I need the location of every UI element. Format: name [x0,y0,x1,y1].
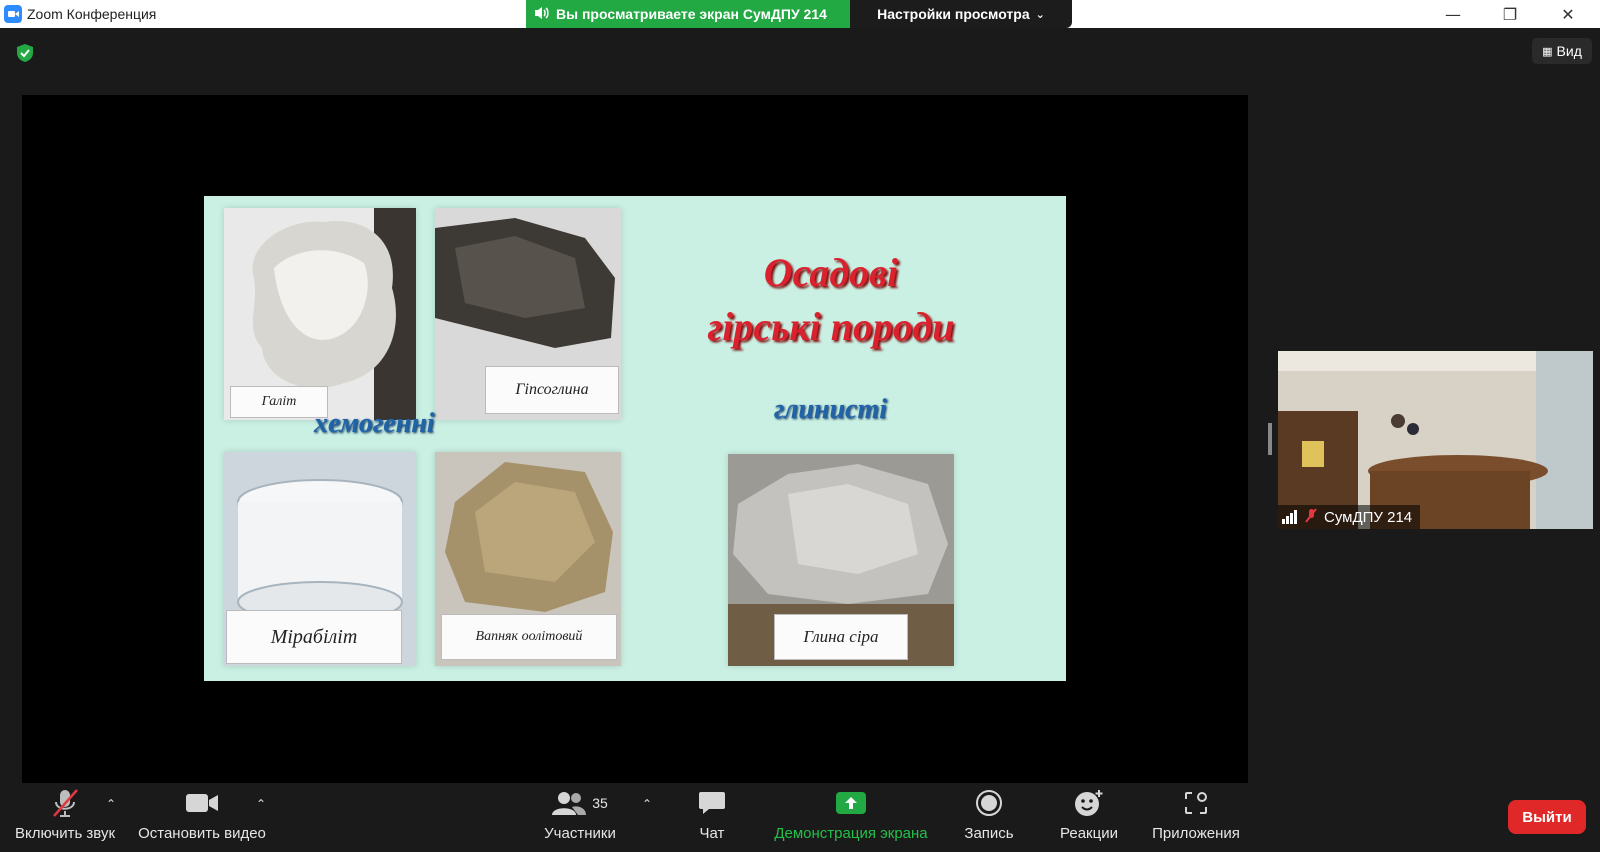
sample-label: Мірабіліт [226,610,402,664]
share-banner-text: Вы просматриваете экран СумДПУ 214 [556,6,827,22]
participants-icon: 35 [552,783,608,823]
apps-icon [1183,783,1209,823]
unmute-label: Включить звук [14,825,116,842]
leave-meeting-button[interactable]: Выйти [1508,800,1586,834]
share-screen-icon [835,783,867,823]
share-screen-label: Демонстрация экрана [774,825,928,842]
security-shield-icon[interactable] [15,43,35,63]
screen-share-banner: Вы просматриваете экран СумДПУ 214 [526,0,850,28]
view-options-menu[interactable]: Настройки просмотра ⌄ [850,0,1072,28]
signal-strength-icon [1282,510,1298,524]
mic-muted-icon [50,783,80,823]
slide-title: Осадові гірські породи [654,246,1008,354]
participant-video-tile[interactable]: СумДПУ 214 [1278,351,1593,529]
stop-video-button[interactable]: Остановить видео [136,783,268,852]
reactions-button[interactable]: Реакции [1052,783,1126,852]
close-button[interactable]: ✕ [1545,0,1591,28]
video-camera-icon [185,783,219,823]
meeting-toolbar: Включить звук ⌃ Остановить видео ⌃ 35 Уч… [0,783,1600,852]
zoom-app-icon [4,5,22,23]
record-icon [975,783,1003,823]
grid-icon: ▦ [1542,45,1552,58]
sample-label: Глина сіра [774,614,908,660]
category-label-clay: глинисті [774,394,888,425]
slide-title-line1: Осадові [763,250,899,295]
video-options-caret-icon[interactable]: ⌃ [256,797,266,811]
sample-label: Вапняк оолітовий [441,614,617,660]
sample-photo-gypsum-clay: Гіпсоглина [435,208,621,420]
view-layout-label: Вид [1556,43,1582,59]
category-label-chemogenic: хемогенні [314,408,435,439]
share-screen-button[interactable]: Демонстрация экрана [766,783,936,852]
unmute-button[interactable]: Включить звук [10,783,120,852]
speaker-icon [534,6,550,23]
sample-label: Гіпсоглина [485,366,619,414]
chevron-down-icon: ⌄ [1035,8,1045,21]
panel-resize-handle[interactable] [1268,423,1272,455]
sample-photo-halite: Галіт [224,208,416,420]
record-button[interactable]: Запись [954,783,1024,852]
chat-button[interactable]: Чат [682,783,742,852]
view-layout-button[interactable]: ▦ Вид [1532,38,1592,64]
reactions-label: Реакции [1060,825,1118,842]
chat-label: Чат [699,825,725,842]
stop-video-label: Остановить видео [138,825,266,842]
sample-photo-grey-clay: Глина сіра [728,454,954,666]
apps-button[interactable]: Приложения [1146,783,1246,852]
smiley-plus-icon [1074,783,1104,823]
participants-options-caret-icon[interactable]: ⌃ [642,797,652,811]
restore-button[interactable]: ❐ [1487,0,1533,28]
sample-photo-mirabilite: Мірабіліт [224,452,416,666]
participants-label: Участники [544,825,616,842]
participants-button[interactable]: 35 Участники [540,783,620,852]
participant-name-bar: СумДПУ 214 [1278,505,1421,529]
conference-room-video [1278,351,1593,529]
presentation-slide: Галіт Гіпсоглина Мірабіліт Вапняк ооліто… [204,196,1066,681]
slide-title-line2: гірські породи [707,304,955,349]
mic-muted-icon [1304,507,1318,527]
sample-photo-oolitic-limestone: Вапняк оолітовий [435,452,621,666]
participants-count: 35 [592,795,608,811]
participant-name: СумДПУ 214 [1324,508,1413,526]
record-label: Запись [964,825,1014,842]
apps-label: Приложения [1152,825,1240,842]
chat-bubble-icon [698,783,726,823]
window-title: Zoom Конференция [27,6,157,22]
audio-options-caret-icon[interactable]: ⌃ [106,797,116,811]
view-options-label: Настройки просмотра [877,6,1030,22]
minimize-button[interactable]: — [1430,0,1476,28]
